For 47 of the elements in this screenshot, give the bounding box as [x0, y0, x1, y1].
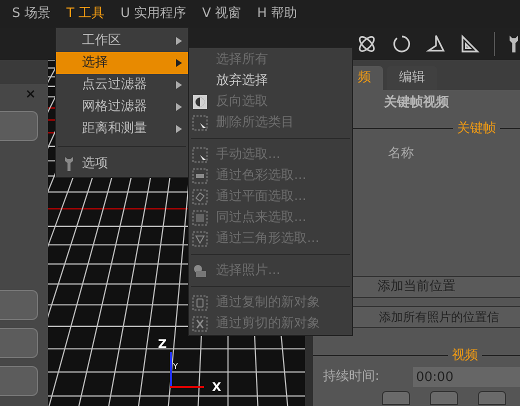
menu-item[interactable]: 工作区 [56, 30, 188, 52]
group-title: 关键帧 [456, 120, 497, 138]
menu-item[interactable]: S 场景 [12, 4, 50, 24]
invert-icon [192, 94, 208, 110]
copy-object-icon [192, 294, 208, 310]
plane-selection-icon [192, 188, 208, 204]
menu-item[interactable]: 点云过滤器 [56, 74, 188, 96]
cursor-selection-icon [192, 146, 208, 162]
submenu-arrow-icon [176, 37, 182, 45]
axis-label: X [212, 381, 222, 393]
wrench-icon [64, 156, 74, 172]
panel-button[interactable] [0, 290, 38, 320]
cursor-selection-icon [192, 114, 208, 130]
points-selection-icon [192, 210, 208, 226]
menu-item[interactable]: T 工具 [66, 4, 104, 24]
cut-object-icon [192, 316, 208, 332]
menu-item[interactable]: 放弃选择 [189, 70, 352, 91]
loop-button[interactable] [478, 391, 506, 405]
close-button[interactable]: × [25, 88, 36, 101]
submenu-arrow-icon [176, 125, 182, 133]
group-title: 视频 [451, 346, 479, 364]
color-selection-icon [192, 168, 208, 184]
duration-label: 持续时间: [323, 368, 380, 386]
play-button[interactable] [382, 391, 410, 405]
axis-label: Z [158, 338, 167, 350]
column-header: 名称 [387, 145, 415, 163]
menu-item[interactable]: 网格过滤器 [56, 96, 188, 118]
record-button[interactable] [430, 391, 458, 405]
menu-item[interactable]: H 帮助 [257, 4, 298, 24]
submenu-arrow-icon [176, 103, 182, 111]
menu-item[interactable]: V 视窗 [202, 4, 242, 24]
submenu-arrow-icon [176, 81, 182, 89]
duration-field[interactable]: 00:00 [413, 367, 520, 387]
panel-button[interactable] [0, 111, 38, 141]
panel-button[interactable] [0, 366, 38, 396]
menu-item[interactable]: U 实用程序 [120, 4, 186, 24]
menu-item[interactable]: 选择 [56, 52, 188, 74]
photos-icon [192, 262, 208, 278]
panel-header [0, 60, 48, 84]
triangle-selection-icon [192, 230, 208, 246]
axis-label: Y [173, 363, 178, 371]
menu-item[interactable]: 距离和测量 [56, 118, 188, 140]
panel-title: 关键帧视频 [382, 94, 450, 112]
panel-button[interactable] [0, 328, 38, 358]
menu-item[interactable]: 选项 [56, 153, 188, 175]
axis-gizmo [170, 352, 204, 388]
submenu-arrow-icon [176, 59, 182, 67]
